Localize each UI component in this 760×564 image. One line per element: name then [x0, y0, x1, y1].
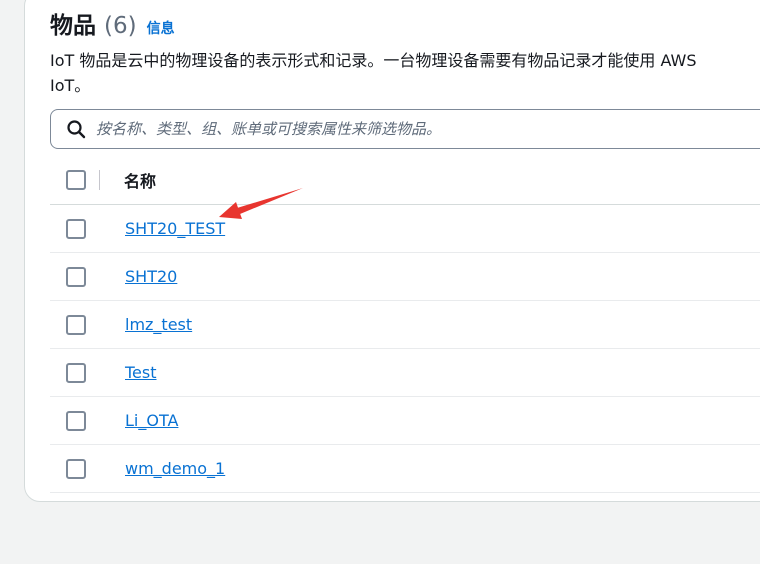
panel-description: IoT 物品是云中的物理设备的表示形式和记录。一台物理设备需要有物品记录才能使用…	[50, 51, 697, 95]
row-checkbox[interactable]	[66, 218, 86, 239]
info-link[interactable]: 信息	[147, 18, 175, 38]
page-title: 物品	[50, 13, 96, 39]
table-row: Li_OTA	[50, 397, 760, 445]
search-box[interactable]	[50, 109, 760, 149]
select-all-checkbox[interactable]	[66, 170, 86, 190]
panel-header: 物品 (6) 信息	[50, 6, 175, 40]
table-row: Test	[50, 349, 760, 397]
row-checkbox[interactable]	[66, 362, 86, 383]
row-checkbox[interactable]	[66, 266, 86, 287]
table-row: wm_demo_1	[50, 445, 760, 493]
row-checkbox[interactable]	[66, 410, 86, 431]
table-header-row: 名称	[50, 156, 760, 205]
row-checkbox[interactable]	[66, 458, 86, 479]
table-row: SHT20_TEST	[50, 205, 760, 253]
thing-link[interactable]: lmz_test	[125, 315, 192, 334]
thing-link[interactable]: wm_demo_1	[125, 459, 225, 478]
search-input[interactable]	[96, 114, 696, 144]
row-checkbox[interactable]	[66, 314, 86, 335]
search-icon	[66, 119, 86, 139]
column-header-name[interactable]: 名称	[124, 168, 156, 192]
thing-link[interactable]: Li_OTA	[125, 411, 178, 430]
thing-link[interactable]: SHT20_TEST	[125, 219, 225, 238]
things-table: 名称 SHT20_TEST SHT20 lmz_test Test Li_OTA…	[50, 156, 760, 493]
thing-link[interactable]: SHT20	[125, 267, 177, 286]
things-count: (6)	[104, 13, 137, 39]
table-row: lmz_test	[50, 301, 760, 349]
thing-link[interactable]: Test	[125, 363, 157, 382]
column-divider[interactable]	[99, 170, 100, 190]
table-row: SHT20	[50, 253, 760, 301]
